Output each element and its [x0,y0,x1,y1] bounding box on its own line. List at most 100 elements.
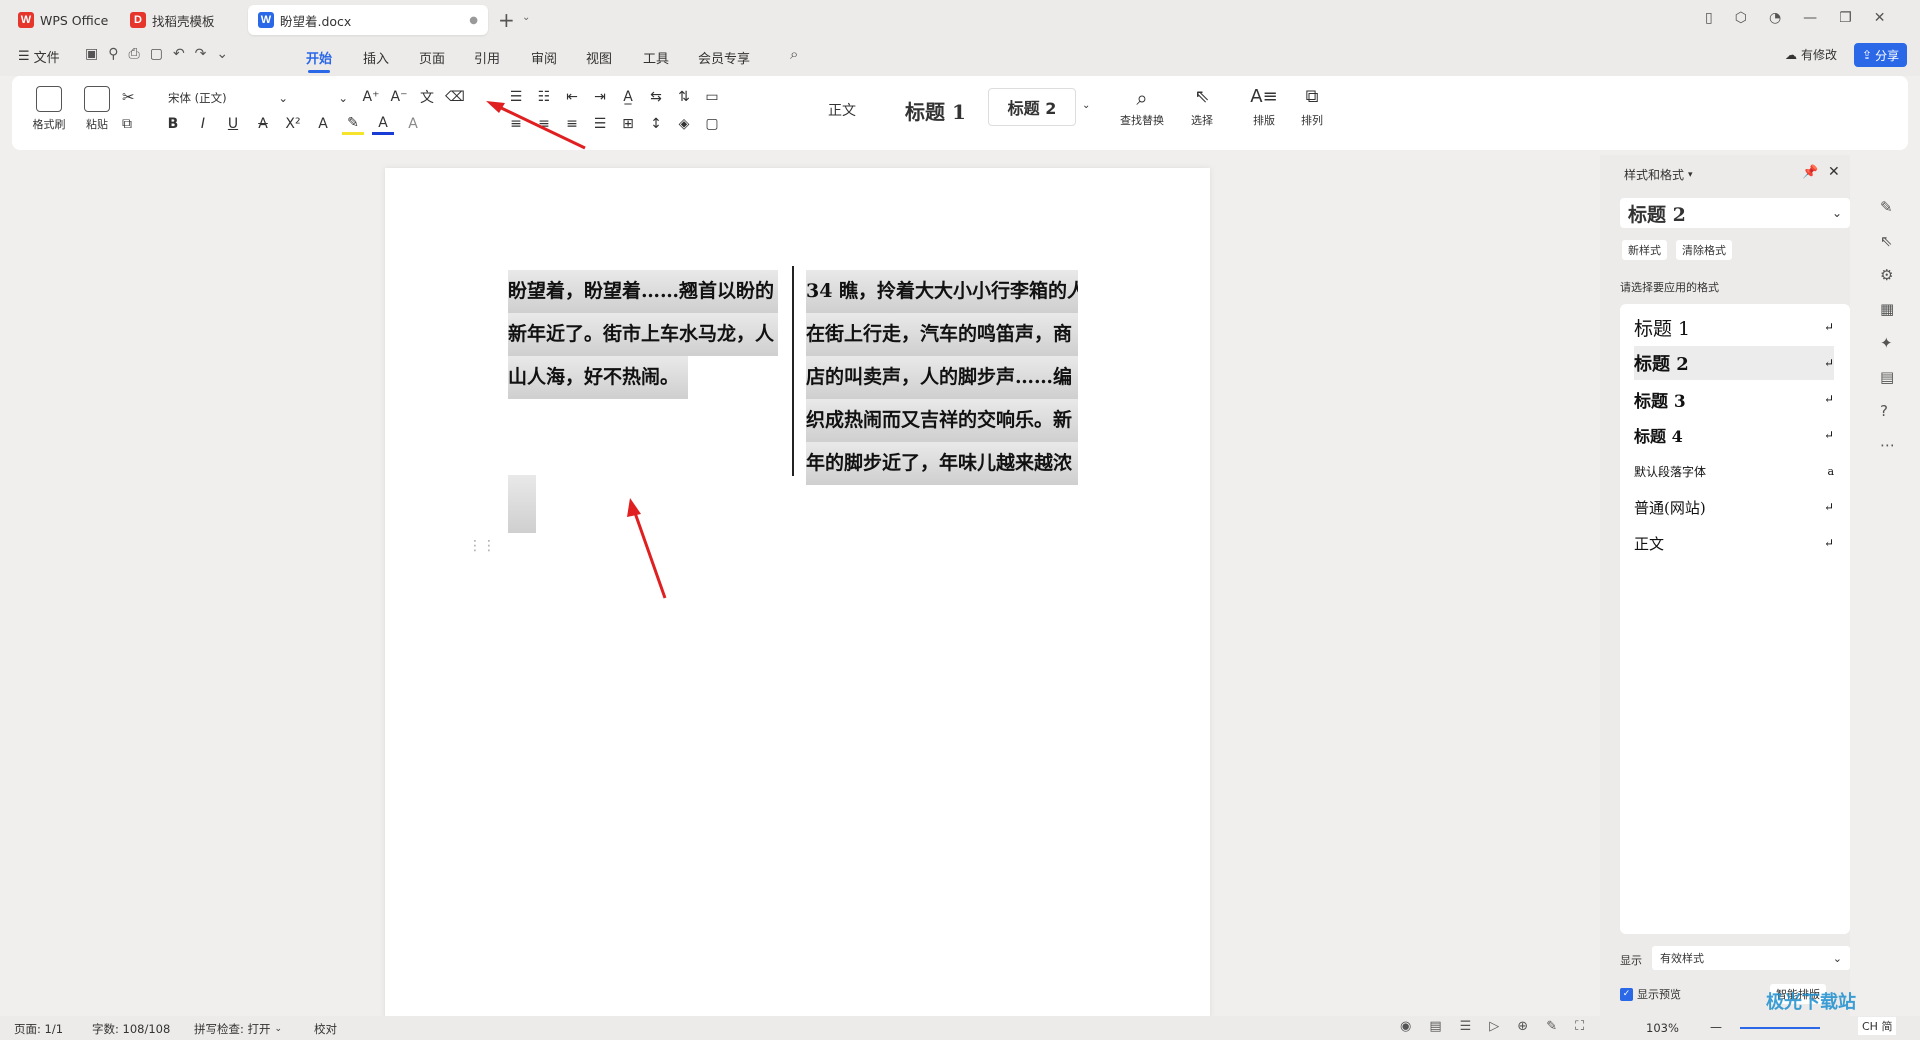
paste-button[interactable]: 粘贴 [76,86,118,132]
underline-icon[interactable]: U [222,113,244,135]
line-spacing-icon[interactable]: ↕ [645,113,667,135]
web-view-icon[interactable]: ⊕ [1517,1019,1528,1034]
bold-icon[interactable]: B [162,113,184,135]
preview-checkbox[interactable]: ✓ 显示预览 [1620,986,1681,1002]
zoom-out-icon[interactable]: — [1710,1020,1722,1034]
new-tab-icon[interactable]: + [498,8,515,32]
page-count[interactable]: 页面: 1/1 [14,1021,63,1037]
menu-member[interactable]: 会员专享 [698,48,750,67]
style-item-normal-web[interactable]: 普通(网站) ↵ [1634,490,1834,524]
styles-panel-title[interactable]: 样式和格式 ▾ [1624,166,1693,183]
menu-tools[interactable]: 工具 [643,48,669,67]
show-hide-icon[interactable]: ▭ [701,86,723,108]
outline-view-icon[interactable]: ☰ [1460,1019,1472,1034]
font-size-select[interactable]: ⌄ [298,88,348,108]
tab-document[interactable]: W 盼望着.docx ● [248,5,488,35]
layout-button[interactable]: A≡ 排版 [1242,86,1286,128]
bullet-list-icon[interactable]: ☰ [505,86,527,108]
superscript-icon[interactable]: X² [282,113,304,135]
align-center-icon[interactable]: ≡ [533,113,555,135]
show-filter-select[interactable]: 有效样式 ⌄ [1652,946,1850,970]
styles-more-icon[interactable]: ⌄ [1082,100,1090,111]
font-color-icon[interactable]: A [372,113,394,135]
play-icon[interactable]: ▷ [1489,1019,1499,1034]
more-options-icon[interactable]: ⋯ [1880,436,1895,454]
clear-format-icon[interactable]: ⌫ [444,86,466,108]
menu-review[interactable]: 审阅 [531,48,557,67]
user-icon[interactable]: ◔ [1769,10,1781,26]
page-view-icon[interactable]: ▤ [1429,1019,1441,1034]
distribute-icon[interactable]: ⊞ [617,113,639,135]
style-heading-2[interactable]: 标题 2 [988,88,1076,126]
search-icon[interactable]: ⌕ [790,45,798,63]
left-column-text[interactable]: 盼望着，盼望着……翘首以盼的 新年近了。街市上车水马龙，人 山人海，好不热闹。 [508,270,778,432]
close-icon[interactable]: ✕ [1874,10,1886,26]
menu-home[interactable]: 开始 [306,48,332,73]
current-style-select[interactable]: 标题 2 ⌄ [1620,198,1850,228]
menu-insert[interactable]: 插入 [363,48,389,67]
print-preview-icon[interactable]: ▢ [150,46,163,62]
restore-icon[interactable]: ❐ [1839,10,1852,26]
format-painter-button[interactable]: 格式刷 [28,86,70,132]
tools-icon[interactable]: ✦ [1880,334,1895,352]
file-menu[interactable]: ☰ 文件 [18,47,60,66]
settings-icon[interactable]: ⚙ [1880,266,1895,284]
zoom-slider[interactable] [1740,1027,1820,1029]
tab-template[interactable]: D 找稻壳模板 [120,5,225,35]
select-icon[interactable]: ⇖ [1880,232,1895,250]
cut-icon[interactable]: ✂ [122,88,135,106]
menu-references[interactable]: 引用 [474,48,500,67]
clear-format-button[interactable]: 清除格式 [1676,240,1732,260]
cube-icon[interactable]: ⬡ [1735,10,1747,26]
justify-icon[interactable]: ☰ [589,113,611,135]
strikethrough-icon[interactable]: A [252,113,274,135]
share-button[interactable]: ⇪ 分享 [1854,43,1908,67]
style-item-normal[interactable]: 正文 ↵ [1634,526,1834,560]
book-icon[interactable]: ▤ [1880,368,1895,386]
chevron-down-icon[interactable]: ⌄ [522,12,530,23]
redo-icon[interactable]: ↷ [195,46,207,62]
style-item-default-font[interactable]: 默认段落字体 a [1634,454,1834,488]
pin-icon[interactable]: 📌 [1802,165,1818,180]
layout-icon[interactable]: ▯ [1705,10,1713,26]
copy-icon[interactable]: ⧉ [122,116,132,132]
char-shading-icon[interactable]: A [402,113,424,135]
minimize-icon[interactable]: — [1803,10,1817,26]
tab-wps-office[interactable]: W WPS Office [8,5,118,35]
input-language[interactable]: CH 简 [1858,1017,1897,1035]
modified-indicator[interactable]: ☁ 有修改 [1785,46,1837,63]
proofread[interactable]: 校对 [314,1021,337,1037]
italic-icon[interactable]: I [192,113,214,135]
help-icon[interactable]: ? [1880,402,1895,420]
style-normal[interactable]: 正文 [828,100,856,120]
increase-indent-icon[interactable]: ⇥ [589,86,611,108]
style-item-heading-4[interactable]: 标题 4 ↵ [1634,418,1834,452]
fit-icon[interactable]: ⛶ [1575,1019,1584,1034]
menu-page[interactable]: 页面 [419,48,445,67]
shading-icon[interactable]: ◈ [673,113,695,135]
chinese-layout-icon[interactable]: ⇆ [645,86,667,108]
border-icon[interactable]: ▢ [701,113,723,135]
save-icon[interactable]: ▣ [85,46,98,62]
text-direction-icon[interactable]: A̲ [617,86,639,108]
eye-icon[interactable]: ◉ [1400,1019,1411,1034]
numbered-list-icon[interactable]: ☷ [533,86,555,108]
style-heading-1[interactable]: 标题 1 [905,96,966,125]
sort-icon[interactable]: ⇅ [673,86,695,108]
select-button[interactable]: ⇖ 选择 [1180,86,1224,128]
grow-font-icon[interactable]: A⁺ [360,86,382,108]
style-item-heading-3[interactable]: 标题 3 ↵ [1634,382,1834,416]
print-icon[interactable]: ⎙ [129,46,140,62]
phonetic-icon[interactable]: 文 [416,86,438,108]
more-icon[interactable]: ⌄ [216,46,228,62]
right-column-text[interactable]: 34 瞧，拎着大大小小行李箱的人 在街上行走，汽车的鸣笛声，商 店的叫卖声，人的… [806,270,1078,485]
drag-handle-icon[interactable]: ⋮⋮ [468,538,496,554]
highlight-icon[interactable]: ✎ [342,113,364,135]
align-left-icon[interactable]: ≡ [505,113,527,135]
align-right-icon[interactable]: ≡ [561,113,583,135]
edit-icon[interactable]: ✎ [1880,198,1895,216]
undo-icon[interactable]: ↶ [173,46,185,62]
find-replace-button[interactable]: ⌕ 查找替换 [1112,86,1172,128]
style-item-heading-1[interactable]: 标题 1 ↵ [1634,310,1834,344]
link-icon[interactable]: ⚲ [108,46,118,62]
